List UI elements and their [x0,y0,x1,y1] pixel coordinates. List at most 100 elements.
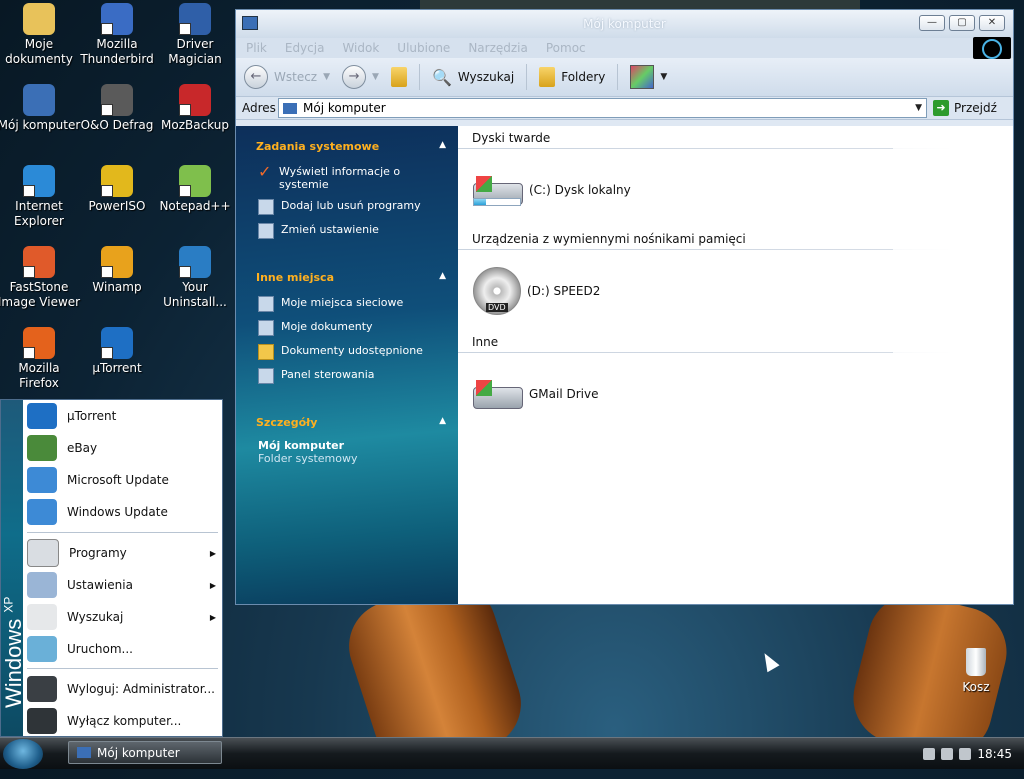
desktop-icon-driver-magician[interactable]: Driver Magician [153,3,237,67]
forward-arrow-icon[interactable]: → [342,65,367,89]
firefox-icon [23,327,55,359]
tray-app-icon[interactable] [959,747,972,760]
taskbar-button-my-computer[interactable]: Mój komputer [68,741,222,764]
other-places-section: Inne miejsca ▲ Moje miejsca sieciowe Moj… [246,263,448,390]
go-arrow-icon: ➜ [933,100,949,116]
explorer-window: Mój komputer — ▢ ✕ Plik Edycja Widok Ulu… [235,9,1014,605]
place-network[interactable]: Moje miejsca sieciowe [246,294,448,318]
task-add-remove-programs[interactable]: Dodaj lub usuń programy [246,197,448,221]
search-button[interactable]: Wyszukaj [458,70,514,84]
start-menu-separator [27,668,218,669]
desktop-icon-your-uninstaller[interactable]: Your Uninstall... [153,246,237,310]
control-panel-icon [258,368,274,384]
collapse-chevron-icon[interactable]: ▲ [439,140,446,153]
folder-icon [23,3,55,35]
desktop-icon-utorrent[interactable]: µTorrent [75,327,159,376]
settings-icon [27,572,57,598]
search-icon: 🔍 [431,67,452,87]
close-button[interactable]: ✕ [979,15,1005,31]
drive-d[interactable]: DVD (D:) SPEED2 [458,250,1013,316]
desktop-icon-firefox[interactable]: Mozilla Firefox [0,327,81,391]
lock-icon [27,676,57,702]
forward-dropdown-icon[interactable]: ▼ [372,72,379,82]
desktop-icon-winamp[interactable]: Winamp [75,246,159,295]
start-item-microsoft-update[interactable]: Microsoft Update [23,464,222,496]
menu-view[interactable]: Widok [342,41,379,55]
toolbar-separator [617,64,619,90]
collapse-chevron-icon[interactable]: ▲ [439,271,446,284]
start-item-programs[interactable]: Programy ▶ [23,537,222,569]
defrag-icon [101,84,133,116]
place-control-panel[interactable]: Panel sterowania [246,366,448,390]
desktop-icon-notepadpp[interactable]: Notepad++ [153,165,237,214]
back-dropdown-icon[interactable]: ▼ [323,72,330,82]
start-button[interactable] [3,739,43,769]
details-header[interactable]: Szczegóły ▲ [246,408,448,439]
desktop-icon-thunderbird[interactable]: Mozilla Thunderbird [75,3,159,67]
start-menu-separator [27,532,218,533]
start-item-shutdown[interactable]: Wyłącz komputer... [23,705,222,737]
drive-c-capacity-bar [473,198,521,206]
uninstaller-icon [179,246,211,278]
gmail-drive[interactable]: GMail Drive [458,353,1013,419]
desktop-icon-mozbackup[interactable]: MozBackup [153,84,237,133]
tray-app-icon[interactable] [941,747,954,760]
programs-icon [27,539,59,567]
folders-button[interactable]: Foldery [561,70,605,84]
desktop-icon-my-documents[interactable]: Moje dokumenty [0,3,81,67]
task-view-system-info[interactable]: ✓ Wyświetl informacje o systemie [246,163,448,197]
menu-tools[interactable]: Narzędzia [468,41,528,55]
drive-c[interactable]: (C:) Dysk lokalny [458,149,1013,215]
menu-file[interactable]: Plik [246,41,267,55]
internet-explorer-icon [23,165,55,197]
desktop-icon-internet-explorer[interactable]: Internet Explorer [0,165,81,229]
task-change-setting[interactable]: Zmień ustawienie [246,221,448,245]
desktop-icon-my-computer[interactable]: Mój komputer [0,84,81,133]
run-icon [27,636,57,662]
submenu-arrow-icon: ▶ [209,612,216,622]
place-my-documents[interactable]: Moje dokumenty [246,318,448,342]
windows-logo-icon [973,37,1011,59]
minimize-button[interactable]: — [919,15,945,31]
collapse-chevron-icon[interactable]: ▲ [439,416,446,429]
volume-icon[interactable] [923,747,936,760]
start-menu-band: Windows XP [1,400,26,736]
maximize-button[interactable]: ▢ [949,15,975,31]
go-button[interactable]: ➜ Przejdź [927,100,1013,116]
taskbar: Mój komputer 18:45 [0,737,1024,769]
start-item-utorrent[interactable]: µTorrent [23,400,222,432]
other-places-header[interactable]: Inne miejsca ▲ [246,263,448,294]
start-item-settings[interactable]: Ustawienia ▶ [23,569,222,601]
start-item-logoff[interactable]: Wyloguj: Administrator... [23,673,222,705]
up-folder-icon[interactable] [390,67,407,87]
start-item-search[interactable]: Wyszukaj ▶ [23,601,222,633]
clock[interactable]: 18:45 [977,747,1012,761]
address-bar: Adres Mój komputer ▼ ➜ Przejdź [236,97,1013,120]
back-arrow-icon[interactable]: ← [244,65,268,89]
desktop-icon-poweriso[interactable]: PowerISO [75,165,159,214]
system-tasks-header[interactable]: Zadania systemowe ▲ [246,132,448,163]
utorrent-icon [27,403,57,429]
place-shared-documents[interactable]: Dokumenty udostępnione [246,342,448,366]
computer-icon [283,102,297,114]
views-dropdown-icon[interactable]: ▼ [660,72,667,82]
windows-update-icon [27,499,57,525]
go-label: Przejdź [954,101,997,115]
start-item-run[interactable]: Uruchom... [23,633,222,665]
start-item-ebay[interactable]: eBay [23,432,222,464]
menu-favorites[interactable]: Ulubione [397,41,450,55]
start-item-windows-update[interactable]: Windows Update [23,496,222,528]
desktop-icon-faststone[interactable]: FastStone Image Viewer [0,246,81,310]
back-button[interactable]: Wstecz [274,70,317,84]
menu-help[interactable]: Pomoc [546,41,586,55]
desktop-icon-recycle-bin[interactable]: Kosz [950,648,1002,694]
address-dropdown-icon[interactable]: ▼ [915,103,922,113]
toolbar-separator [526,64,528,90]
menu-edit[interactable]: Edycja [285,41,325,55]
desktop-icon-oo-defrag[interactable]: O&O Defrag [75,84,159,133]
start-menu: Windows XP µTorrent eBay Microsoft Updat… [0,399,223,737]
address-field[interactable]: Mój komputer ▼ [278,98,927,118]
title-bar[interactable]: Mój komputer — ▢ ✕ [236,10,1013,38]
group-removable: Urządzenia z wymiennymi nośnikami pamięc… [458,227,953,250]
views-icon[interactable] [630,65,655,89]
